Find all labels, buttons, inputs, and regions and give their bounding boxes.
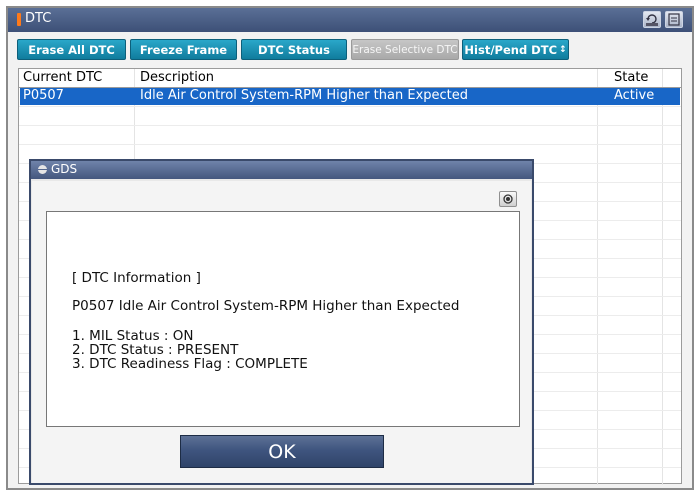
dialog-titlebar: GDS (31, 161, 532, 179)
erase-all-dtc-button[interactable]: Erase All DTC (17, 39, 126, 60)
dtc-status-button[interactable]: DTC Status (241, 39, 347, 60)
menu-icon[interactable] (665, 11, 683, 28)
erase-selective-dtc-button[interactable]: Erase Selective DTC (351, 39, 459, 60)
dtc-code: P0507 (23, 88, 64, 103)
retry-icon[interactable] (643, 11, 661, 28)
gds-icon (38, 165, 47, 174)
gds-dialog: GDS [ DTC Information ] P0507 Idle Air C… (29, 159, 534, 485)
window-titlebar: DTC (8, 8, 692, 32)
freeze-frame-button[interactable]: Freeze Frame (130, 39, 237, 60)
hist-pend-label: Hist/Pend DTC (464, 42, 558, 57)
dialog-title: GDS (51, 162, 78, 176)
info-mil-status: 1. MIL Status : ON (72, 328, 194, 344)
column-header-current-dtc[interactable]: Current DTC (23, 70, 102, 85)
hist-pend-dtc-select[interactable]: Hist/Pend DTC ↕ (462, 39, 569, 60)
flag-icon (17, 13, 21, 26)
ok-button[interactable]: OK (180, 435, 384, 468)
window-title: DTC (25, 11, 52, 26)
dtc-information-box: [ DTC Information ] P0507 Idle Air Contr… (46, 211, 520, 427)
updown-icon: ↕ (559, 44, 567, 55)
dtc-window: DTC Erase All DTC Freeze Frame DTC Statu… (6, 6, 694, 490)
dialog-body: [ DTC Information ] P0507 Idle Air Contr… (32, 181, 531, 483)
table-header: Current DTC Description State (19, 69, 681, 87)
info-heading: [ DTC Information ] (72, 270, 201, 286)
info-dtc-status: 2. DTC Status : PRESENT (72, 342, 239, 358)
info-readiness-flag: 3. DTC Readiness Flag : COMPLETE (72, 356, 308, 372)
column-header-description[interactable]: Description (140, 70, 214, 85)
camera-icon[interactable] (499, 191, 517, 207)
table-row[interactable]: P0507 Idle Air Control System-RPM Higher… (20, 88, 680, 105)
dtc-state: Active (614, 88, 655, 103)
info-dtc-line: P0507 Idle Air Control System-RPM Higher… (72, 298, 460, 314)
dtc-description: Idle Air Control System-RPM Higher than … (140, 88, 469, 103)
column-header-state[interactable]: State (614, 70, 648, 85)
